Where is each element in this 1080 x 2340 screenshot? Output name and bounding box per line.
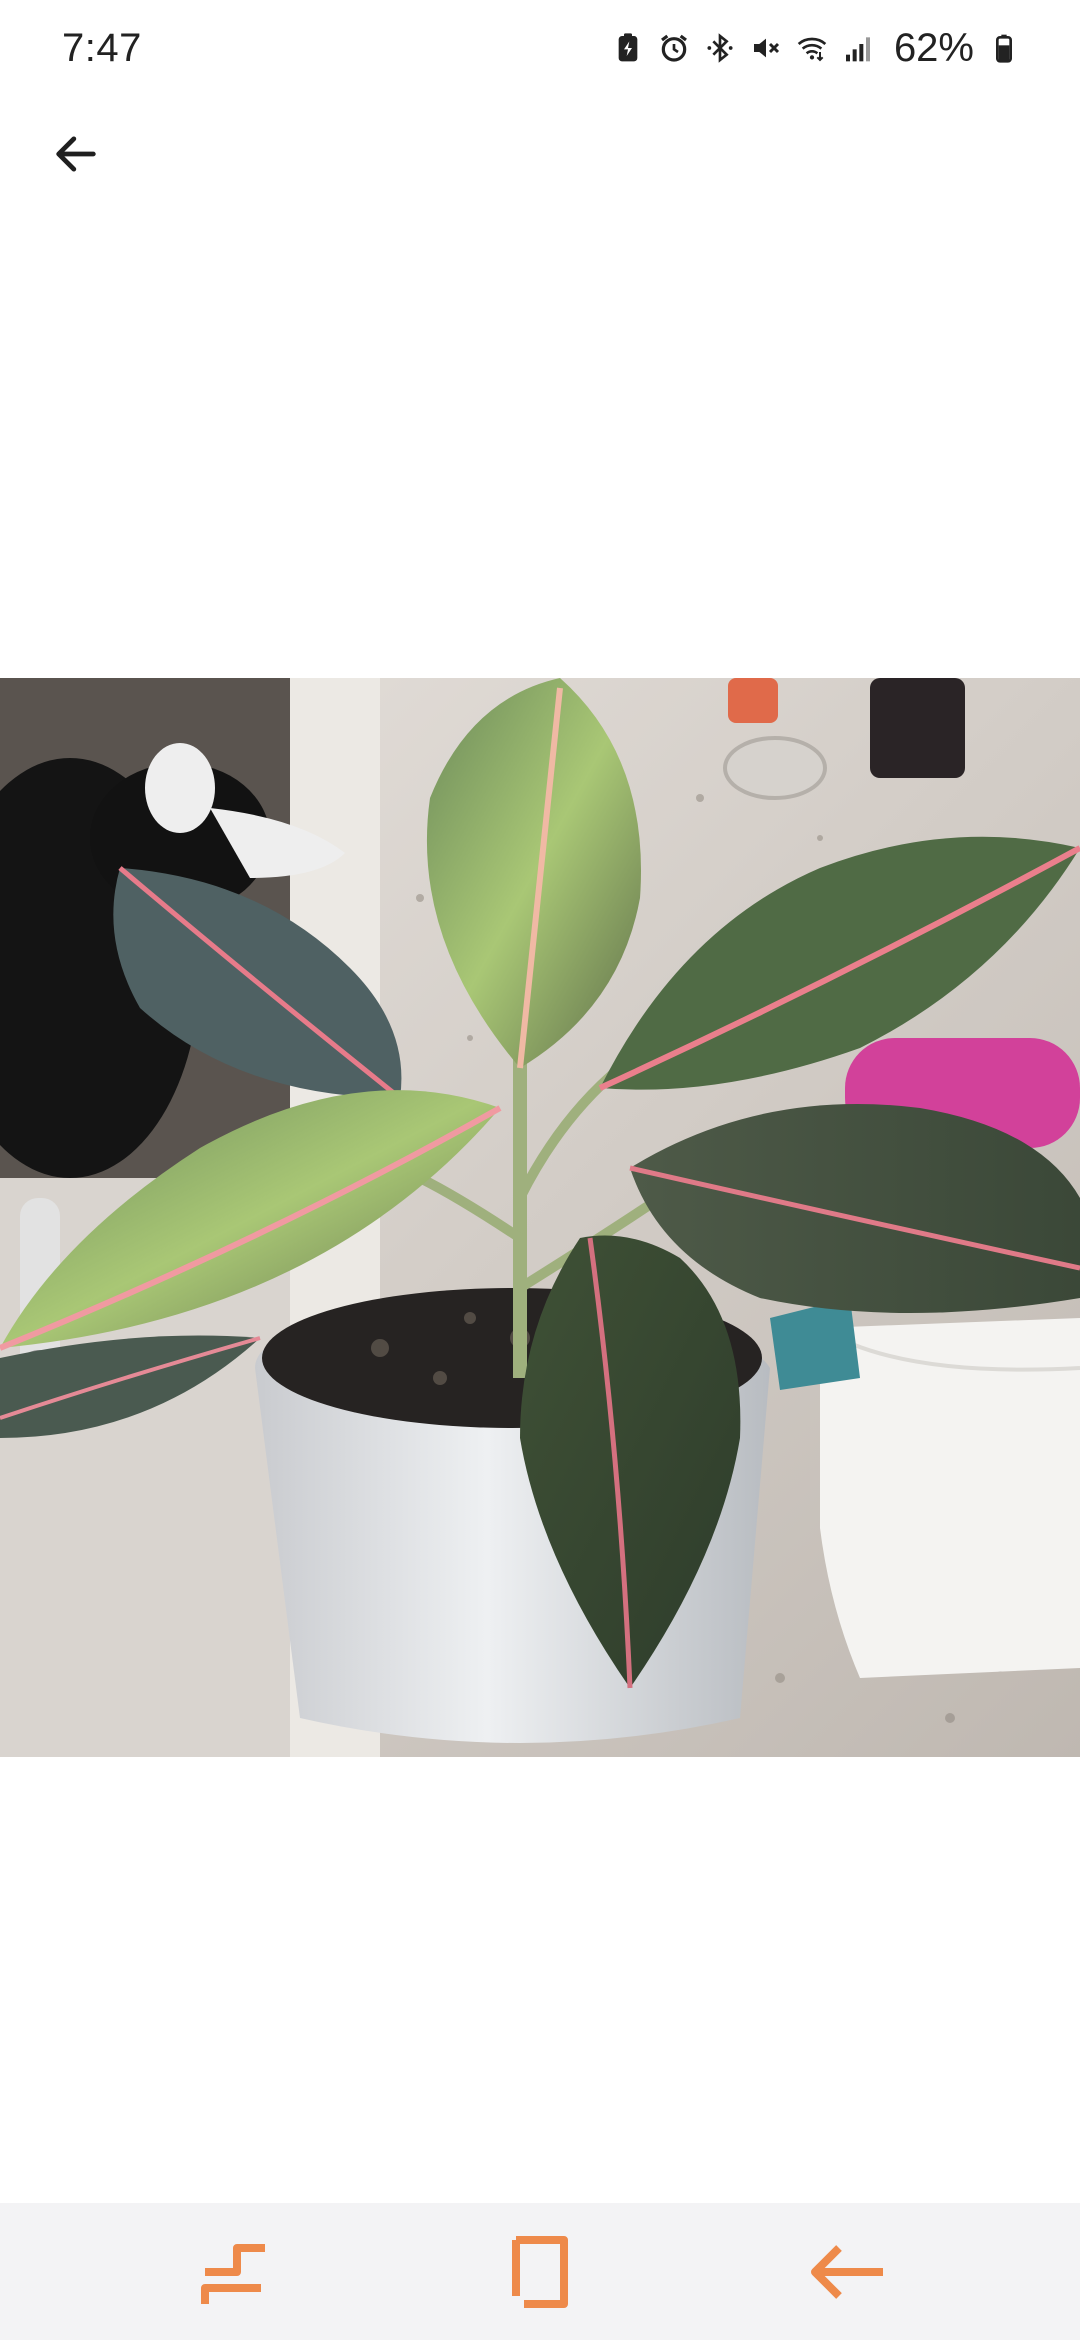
wifi-icon <box>796 32 828 64</box>
home-button[interactable] <box>485 2217 595 2327</box>
signal-icon <box>842 32 874 64</box>
screen: 7:47 62% <box>0 0 1080 2340</box>
battery-icon <box>988 32 1020 64</box>
arrow-left-icon <box>56 136 96 172</box>
status-icons: 62% <box>612 26 1020 71</box>
recent-apps-icon <box>201 2243 266 2304</box>
recent-apps-button[interactable] <box>178 2217 288 2327</box>
top-app-bar <box>0 96 1080 206</box>
status-bar: 7:47 62% <box>0 0 1080 96</box>
battery-percent: 62% <box>893 25 974 70</box>
battery-saver-icon <box>612 32 644 64</box>
plant-photo <box>0 678 1080 1757</box>
navigation-bar <box>0 2203 1080 2340</box>
back-button[interactable] <box>40 118 112 190</box>
status-time: 7:47 <box>62 25 142 70</box>
bluetooth-icon <box>704 32 736 64</box>
mute-icon <box>750 32 782 64</box>
back-icon <box>810 2244 883 2299</box>
alarm-icon <box>658 32 690 64</box>
plant-photo-illustration <box>0 678 1080 1757</box>
nav-back-button[interactable] <box>792 2217 902 2327</box>
home-icon <box>511 2235 568 2308</box>
